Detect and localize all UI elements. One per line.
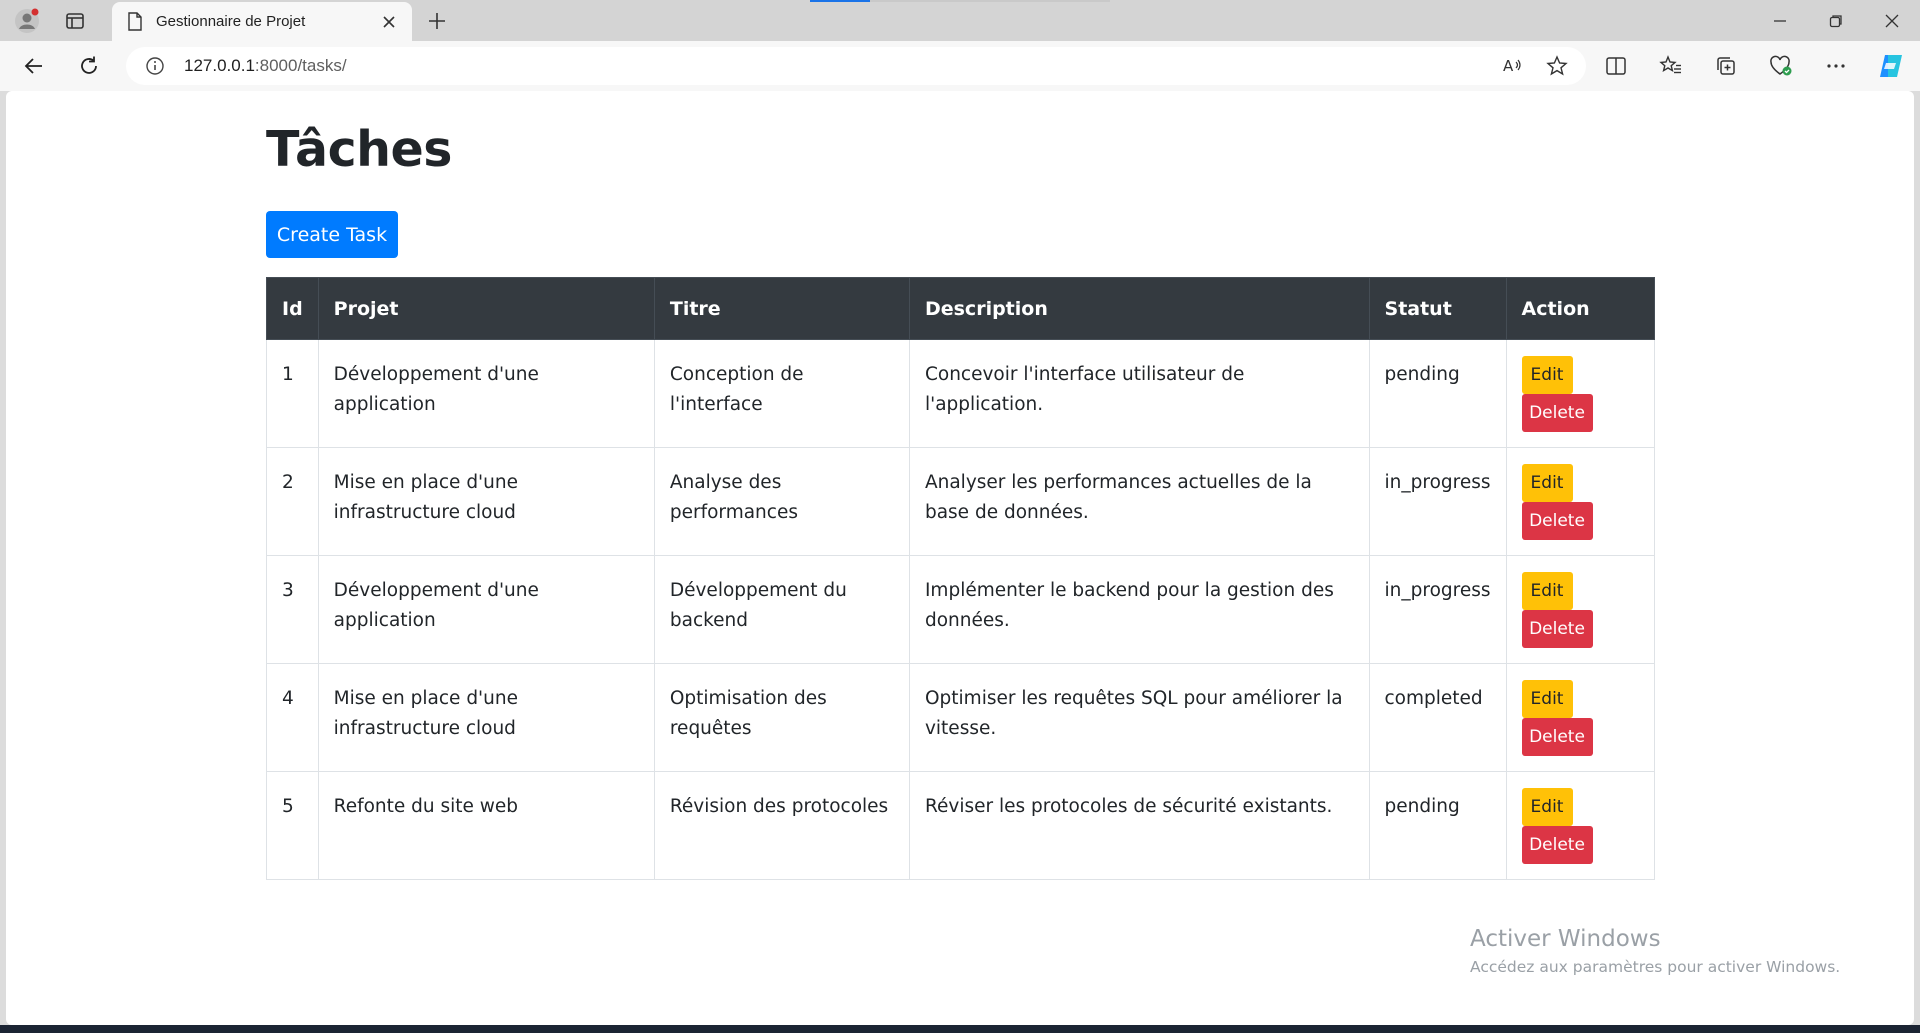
- refresh-icon[interactable]: [73, 50, 105, 82]
- create-task-button[interactable]: Create Task: [266, 211, 398, 258]
- tasks-table: Id Projet Titre Description Statut Actio…: [266, 277, 1655, 880]
- cell-description: Analyser les performances actuelles de l…: [908, 447, 1370, 556]
- table-row: 2 Mise en place d'une infrastructure clo…: [266, 447, 1655, 556]
- table-row: 5 Refonte du site web Révision des proto…: [266, 771, 1655, 880]
- url-path: :8000/tasks/: [254, 56, 347, 75]
- header-projet: Projet: [317, 277, 655, 340]
- windows-activation-watermark: Activer Windows Accédez aux paramètres p…: [1470, 926, 1840, 976]
- cell-action: Edit Delete: [1505, 555, 1655, 664]
- read-aloud-icon[interactable]: A: [1498, 51, 1528, 81]
- table-header-row: Id Projet Titre Description Statut Actio…: [266, 277, 1655, 340]
- cell-statut: in_progress: [1368, 555, 1507, 664]
- cell-action: Edit Delete: [1505, 339, 1655, 448]
- site-info-icon[interactable]: [144, 55, 166, 77]
- split-screen-icon[interactable]: [1600, 50, 1632, 82]
- url-text[interactable]: 127.0.0.1:8000/tasks/: [184, 56, 347, 76]
- cell-description: Implémenter le backend pour la gestion d…: [908, 555, 1370, 664]
- favorite-star-icon[interactable]: [1542, 51, 1572, 81]
- collections-icon[interactable]: [1710, 50, 1742, 82]
- address-bar[interactable]: 127.0.0.1:8000/tasks/ A: [126, 47, 1586, 85]
- cell-id: 5: [266, 771, 319, 880]
- back-icon[interactable]: [18, 50, 50, 82]
- cell-id: 3: [266, 555, 319, 664]
- page-title: Tâches: [266, 121, 452, 178]
- cell-titre: Développement du backend: [653, 555, 910, 664]
- cell-statut: in_progress: [1368, 447, 1507, 556]
- delete-button[interactable]: Delete: [1521, 394, 1593, 432]
- copilot-icon[interactable]: [1875, 50, 1907, 82]
- cell-titre: Révision des protocoles: [653, 771, 910, 880]
- cell-statut: completed: [1368, 663, 1507, 772]
- cell-titre: Conception de l'interface: [653, 339, 910, 448]
- close-window-icon[interactable]: [1864, 0, 1920, 41]
- cell-titre: Analyse des performances: [653, 447, 910, 556]
- cell-action: Edit Delete: [1505, 771, 1655, 880]
- profile-icon[interactable]: [12, 6, 42, 36]
- delete-button[interactable]: Delete: [1521, 826, 1593, 864]
- cell-projet: Développement d'une application: [317, 339, 655, 448]
- svg-text:A: A: [1503, 57, 1514, 75]
- cell-projet: Développement d'une application: [317, 555, 655, 664]
- cell-id: 1: [266, 339, 319, 448]
- new-tab-icon[interactable]: [422, 6, 452, 36]
- cell-projet: Refonte du site web: [317, 771, 655, 880]
- table-row: 4 Mise en place d'une infrastructure clo…: [266, 663, 1655, 772]
- restore-icon[interactable]: [1808, 0, 1864, 41]
- tab-title: Gestionnaire de Projet: [156, 13, 306, 30]
- cell-projet: Mise en place d'une infrastructure cloud: [317, 447, 655, 556]
- delete-button[interactable]: Delete: [1521, 502, 1593, 540]
- more-options-icon[interactable]: [1820, 50, 1852, 82]
- url-host: 127.0.0.1: [184, 56, 255, 75]
- browser-essentials-icon[interactable]: [1765, 50, 1797, 82]
- header-action: Action: [1505, 277, 1655, 340]
- loading-indicator: [810, 0, 870, 2]
- edit-button[interactable]: Edit: [1521, 680, 1573, 718]
- cell-id: 2: [266, 447, 319, 556]
- table-row: 1 Développement d'une application Concep…: [266, 339, 1655, 448]
- cell-description: Réviser les protocoles de sécurité exist…: [908, 771, 1370, 880]
- cell-statut: pending: [1368, 771, 1507, 880]
- edit-button[interactable]: Edit: [1521, 356, 1573, 394]
- document-icon: [124, 11, 146, 33]
- cell-statut: pending: [1368, 339, 1507, 448]
- watermark-subtitle: Accédez aux paramètres pour activer Wind…: [1470, 958, 1841, 976]
- close-tab-icon[interactable]: [378, 11, 400, 33]
- minimize-icon[interactable]: [1752, 0, 1808, 41]
- active-tab[interactable]: Gestionnaire de Projet: [112, 2, 412, 41]
- browser-tab-bar: Gestionnaire de Projet: [0, 0, 1920, 41]
- watermark-title: Activer Windows: [1470, 926, 1661, 952]
- edit-button[interactable]: Edit: [1521, 572, 1573, 610]
- page-viewport: Tâches Create Task Id Projet Titre Descr…: [6, 91, 1914, 1025]
- header-statut: Statut: [1368, 277, 1507, 340]
- cell-id: 4: [266, 663, 319, 772]
- tab-actions-icon[interactable]: [60, 6, 90, 36]
- taskbar-edge: [0, 1025, 1920, 1033]
- cell-action: Edit Delete: [1505, 663, 1655, 772]
- cell-action: Edit Delete: [1505, 447, 1655, 556]
- edit-button[interactable]: Edit: [1521, 464, 1573, 502]
- browser-toolbar: 127.0.0.1:8000/tasks/ A: [0, 41, 1920, 91]
- header-titre: Titre: [653, 277, 910, 340]
- delete-button[interactable]: Delete: [1521, 718, 1593, 756]
- edit-button[interactable]: Edit: [1521, 788, 1573, 826]
- loading-track: [870, 0, 1110, 2]
- header-description: Description: [908, 277, 1370, 340]
- header-id: Id: [266, 277, 319, 340]
- cell-description: Optimiser les requêtes SQL pour améliore…: [908, 663, 1370, 772]
- favorites-icon[interactable]: [1655, 50, 1687, 82]
- cell-titre: Optimisation des requêtes: [653, 663, 910, 772]
- cell-projet: Mise en place d'une infrastructure cloud: [317, 663, 655, 772]
- delete-button[interactable]: Delete: [1521, 610, 1593, 648]
- cell-description: Concevoir l'interface utilisateur de l'a…: [908, 339, 1370, 448]
- table-row: 3 Développement d'une application Dévelo…: [266, 555, 1655, 664]
